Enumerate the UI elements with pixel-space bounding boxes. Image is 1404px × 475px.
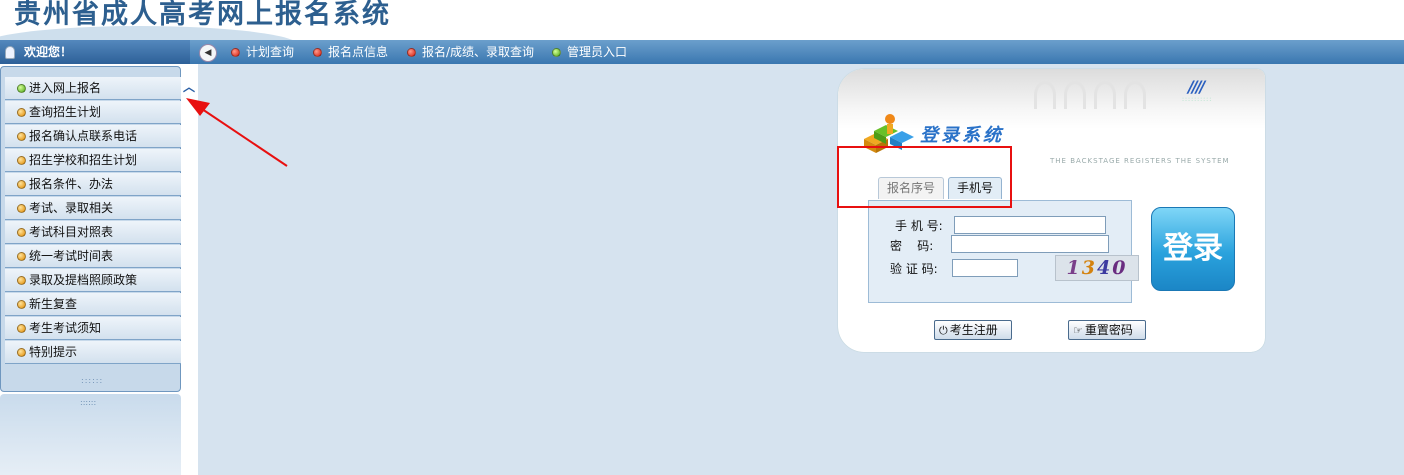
orange-dot-icon bbox=[17, 156, 26, 165]
password-input[interactable] bbox=[951, 235, 1109, 253]
phone-label: 手 机 号: bbox=[895, 219, 943, 233]
top-nav-bar: 欢迎您！ ◀ 计划查询 报名点信息 报名/成绩、录取查询 管理员入口 bbox=[0, 40, 1404, 64]
sidebar-grip-icon[interactable]: :::::: bbox=[80, 398, 96, 407]
sidebar-item-label: 查询招生计划 bbox=[29, 105, 102, 119]
nav-plan-query[interactable]: 计划查询 bbox=[231, 40, 294, 64]
sidebar-item-label: 进入网上报名 bbox=[29, 81, 102, 95]
sidebar-item-label: 报名条件、办法 bbox=[29, 177, 114, 191]
welcome-text: 欢迎您！ bbox=[24, 45, 73, 59]
reset-password-button[interactable]: ☞ 重置密码 bbox=[1068, 320, 1146, 340]
red-dot-icon bbox=[407, 48, 416, 57]
nav-score-admission-query[interactable]: 报名/成绩、录取查询 bbox=[407, 40, 534, 64]
captcha-image[interactable]: 1340 bbox=[1055, 255, 1139, 281]
nav-registration-point-info[interactable]: 报名点信息 bbox=[313, 40, 388, 64]
sidebar-item-label: 录取及提档照顾政策 bbox=[29, 273, 138, 287]
register-button[interactable]: ⏻ 考生注册 bbox=[934, 320, 1012, 340]
nav-toggle-button[interactable]: ◀ bbox=[199, 44, 217, 62]
sidebar-item-conditions[interactable]: 报名条件、办法 bbox=[5, 173, 181, 196]
green-dot-icon bbox=[17, 84, 26, 93]
green-dot-icon bbox=[552, 48, 561, 57]
nav-registration-point-info-label: 报名点信息 bbox=[328, 45, 389, 59]
login-form: 手 机 号: 密 码: 验 证 码: 1340 bbox=[868, 200, 1139, 303]
decor-curl bbox=[1064, 81, 1086, 109]
sidebar-item-label: 考试科目对照表 bbox=[29, 225, 114, 239]
sidebar-item-subject-table[interactable]: 考试科目对照表 bbox=[5, 221, 181, 244]
page-header: 贵州省成人高考网上报名系统 bbox=[0, 0, 1404, 40]
user-icon bbox=[5, 46, 15, 59]
site-title: 贵州省成人高考网上报名系统 bbox=[14, 0, 391, 30]
logo-person-head bbox=[885, 114, 895, 124]
annotation-arrow bbox=[186, 98, 288, 167]
sidebar-item-contact-phone[interactable]: 报名确认点联系电话 bbox=[5, 125, 181, 148]
captcha-label: 验 证 码: bbox=[890, 262, 938, 276]
sidebar-item-label: 报名确认点联系电话 bbox=[29, 129, 138, 143]
register-button-label: 考生注册 bbox=[949, 323, 998, 337]
sidebar-item-label: 特别提示 bbox=[29, 345, 78, 359]
sidebar: 进入网上报名 查询招生计划 报名确认点联系电话 招生学校和招生计划 报名条件、办… bbox=[0, 64, 198, 475]
captcha-input[interactable] bbox=[952, 259, 1018, 277]
sidebar-item-label: 招生学校和招生计划 bbox=[29, 153, 138, 167]
sidebar-item-exam-admission[interactable]: 考试、录取相关 bbox=[5, 197, 181, 220]
orange-dot-icon bbox=[17, 108, 26, 117]
decor-curl bbox=[1034, 81, 1056, 109]
password-label: 密 码: bbox=[890, 239, 934, 253]
captcha-digit: 0 bbox=[1112, 257, 1128, 279]
sidebar-item-exam-notice[interactable]: 考生考试须知 bbox=[5, 317, 181, 340]
power-icon: ⏻ bbox=[939, 324, 948, 337]
login-button[interactable]: 登录 bbox=[1151, 207, 1235, 291]
sidebar-item-exam-schedule[interactable]: 统一考试时间表 bbox=[5, 245, 181, 268]
annotation-highlight-box bbox=[837, 146, 1012, 208]
sidebar-item-label: 考生考试须知 bbox=[29, 321, 102, 335]
orange-dot-icon bbox=[17, 204, 26, 213]
annotation-arrow-head bbox=[186, 98, 210, 116]
orange-dot-icon bbox=[17, 348, 26, 357]
nav-score-admission-query-label: 报名/成绩、录取查询 bbox=[422, 45, 535, 59]
captcha-digit: 1 bbox=[1066, 257, 1082, 279]
sidebar-item-online-registration[interactable]: 进入网上报名 bbox=[5, 77, 181, 100]
sidebar-item-label: 统一考试时间表 bbox=[29, 249, 114, 263]
sidebar-grip-icon[interactable]: :::::: bbox=[81, 376, 103, 385]
nav-admin-entry-label: 管理员入口 bbox=[567, 45, 628, 59]
orange-dot-icon bbox=[17, 252, 26, 261]
phone-input[interactable] bbox=[954, 216, 1106, 234]
orange-dot-icon bbox=[17, 180, 26, 189]
captcha-digit: 4 bbox=[1097, 257, 1113, 279]
nav-admin-entry[interactable]: 管理员入口 bbox=[552, 40, 627, 64]
decor-curl bbox=[1124, 81, 1146, 109]
orange-dot-icon bbox=[17, 300, 26, 309]
sidebar-item-label: 新生复查 bbox=[29, 297, 78, 311]
reset-password-button-label: 重置密码 bbox=[1084, 323, 1133, 337]
orange-dot-icon bbox=[17, 276, 26, 285]
welcome-panel: 欢迎您！ bbox=[0, 40, 190, 64]
orange-dot-icon bbox=[17, 324, 26, 333]
red-dot-icon bbox=[313, 48, 322, 57]
decor-stripes: //// bbox=[1188, 77, 1205, 96]
sidebar-lower-panel: :::::: bbox=[0, 394, 181, 475]
decor-dots: :::::::::: bbox=[1182, 96, 1213, 103]
sidebar-item-schools-plans[interactable]: 招生学校和招生计划 bbox=[5, 149, 181, 172]
annotation-arrow-line bbox=[201, 108, 288, 167]
sidebar-item-query-plan[interactable]: 查询招生计划 bbox=[5, 101, 181, 124]
login-system-title: 登录系统 bbox=[920, 125, 1004, 146]
login-panel: //// :::::::::: 登录系统 THE BACKSTAGE REGIS… bbox=[838, 69, 1265, 352]
logo-person-body bbox=[887, 124, 893, 134]
sidebar-menu: 进入网上报名 查询招生计划 报名确认点联系电话 招生学校和招生计划 报名条件、办… bbox=[0, 66, 181, 392]
login-system-subtitle: THE BACKSTAGE REGISTERS THE SYSTEM bbox=[1050, 157, 1230, 165]
red-dot-icon bbox=[231, 48, 240, 57]
pointing-hand-icon: ☞ bbox=[1073, 324, 1083, 337]
decor-curl bbox=[1094, 81, 1116, 109]
sidebar-item-label: 考试、录取相关 bbox=[29, 201, 114, 215]
captcha-digit: 3 bbox=[1081, 257, 1097, 279]
sidebar-item-new-student-review[interactable]: 新生复查 bbox=[5, 293, 181, 316]
orange-dot-icon bbox=[17, 132, 26, 141]
sidebar-item-special-tips[interactable]: 特别提示 bbox=[5, 341, 181, 364]
orange-dot-icon bbox=[17, 228, 26, 237]
nav-plan-query-label: 计划查询 bbox=[246, 45, 295, 59]
sidebar-item-admission-policy[interactable]: 录取及提档照顾政策 bbox=[5, 269, 181, 292]
